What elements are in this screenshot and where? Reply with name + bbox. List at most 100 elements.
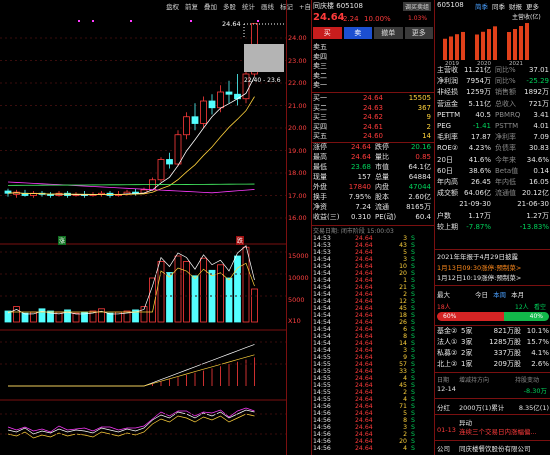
tick-volume: 4 [403, 375, 407, 382]
ask-label: 卖一 [313, 81, 327, 90]
revenue-bar [493, 26, 497, 60]
revenue-bar [443, 38, 447, 60]
volume-bar [234, 255, 241, 323]
notice-1[interactable]: 1月13日09:30涨停:预制菜> [437, 262, 549, 272]
tick-price: 24.64 [355, 263, 373, 270]
fin-row: 年内高 26.45 年内低 16.05 [437, 178, 549, 187]
flow-count-bear: 12人 [515, 304, 529, 311]
holder-shares: 337万股 [493, 349, 521, 357]
tick-time: 14:56 [313, 445, 331, 452]
margin-label[interactable]: 调买卖组 [403, 2, 432, 11]
price-change: 2.24 [343, 15, 359, 23]
stat-label: 最低 [313, 163, 327, 171]
bid-row: 买四 24.61 2 [313, 123, 433, 132]
tick-flag: S [411, 263, 415, 270]
tick-time: 14:53 [313, 249, 331, 256]
stats-row: 外盘 17840 内盘 47044 [313, 183, 433, 192]
sell-button[interactable]: 卖 [343, 27, 372, 39]
holder-pct: 4.1% [531, 349, 549, 357]
stat-value: 24.64 [350, 143, 371, 151]
revenue-bar [475, 34, 479, 60]
tick-price: 24.64 [355, 361, 373, 368]
fin-value: 1.17万 [468, 211, 491, 220]
tick-price: 24.64 [355, 305, 373, 312]
sentiment-bar: 60% 40% [437, 312, 549, 321]
tick-flag: S [411, 298, 415, 305]
bid-row: 买三 24.62 9 [313, 113, 433, 122]
bid-label: 买一 [313, 94, 327, 102]
flow-tab-today[interactable]: 今日 [475, 291, 488, 299]
fin-value: 4.01 [533, 122, 549, 130]
flow-tabs[interactable]: 今日 本周 本月 [475, 289, 524, 299]
tick-price: 24.64 [355, 235, 373, 242]
tick-volume: 10 [399, 263, 407, 270]
tick-row: 14:54 24.64 21 S [313, 284, 433, 291]
tick-time: 14:54 [313, 256, 331, 263]
volume-axis-label: 10000 [288, 274, 309, 282]
stat-value: 24.64 [350, 153, 371, 161]
tick-time: 14:54 [313, 277, 331, 284]
tick-row: 14:54 24.64 18 S [313, 312, 433, 319]
ask-row: 卖三 [313, 62, 433, 71]
tick-time: 14:54 [313, 312, 331, 319]
stat-label: 现量 [313, 173, 327, 181]
candle-body [217, 91, 224, 109]
holder-shares: 821万股 [493, 327, 521, 335]
stat-value: 64884 [408, 173, 431, 181]
tick-row: 14:56 24.64 4 S [313, 445, 433, 452]
fin-label: 户数 [437, 211, 451, 220]
bid-volume: 15505 [408, 94, 431, 102]
tick-price: 24.64 [355, 424, 373, 431]
bid-label: 买四 [313, 122, 327, 131]
notice-2[interactable]: 1月12日10:19涨停:预制菜> [437, 272, 549, 282]
ask-label: 卖五 [313, 43, 327, 51]
stat-label: 市值 [375, 163, 389, 171]
tick-flag: S [411, 270, 415, 277]
tick-price: 24.64 [355, 368, 373, 375]
cancel-order-button[interactable]: 撤单 [374, 27, 403, 39]
stat-label: 量比 [375, 153, 389, 161]
buy-button[interactable]: 买 [313, 27, 342, 39]
marker-a: 涨 [58, 236, 67, 245]
volume-bar [13, 306, 20, 323]
fin-row: 21-09-30 21-06-30 [437, 200, 549, 209]
marker-dot [78, 20, 80, 22]
volume-bar [21, 312, 29, 323]
bid-label: 买五 [313, 132, 327, 141]
tick-row: 14:56 24.64 8 S [313, 417, 433, 424]
tick-row: 14:55 24.64 33 S [313, 368, 433, 375]
tick-volume: 5 [403, 249, 407, 256]
tick-time: 14:56 [313, 403, 331, 410]
tick-volume: 2 [403, 291, 407, 298]
fin-value: 40.5 [475, 110, 491, 119]
stat-value: 47044 [408, 183, 431, 191]
volume-bar [106, 312, 114, 323]
tick-price: 24.64 [355, 445, 373, 452]
fin-value: 11.21亿 [463, 66, 491, 74]
holder-type: 法人① [437, 338, 458, 346]
price-axis-label: 22.00 [288, 79, 307, 87]
tick-volume: 18 [399, 312, 407, 319]
volume-bar [166, 272, 173, 323]
tick-flag: S [411, 277, 415, 284]
tick-price: 24.64 [355, 431, 373, 438]
bid-row: 买二 24.63 367 [313, 104, 433, 113]
tick-flag: S [411, 431, 415, 438]
tick-time: 14:56 [313, 424, 331, 431]
revenue-bar [449, 36, 453, 60]
tick-row: 14:55 24.64 57 S [313, 361, 433, 368]
tick-flag: S [411, 375, 415, 382]
fin-value: 20.12亿 [521, 189, 549, 198]
flow-tab-month[interactable]: 本月 [511, 291, 524, 299]
more-button[interactable]: 更多 [404, 27, 433, 39]
tick-volume: 2 [403, 389, 407, 396]
range-label: 22.40 - 23.6 [244, 77, 281, 84]
tick-price: 24.64 [355, 242, 373, 249]
stats-row: 最低 23.68 市值 64.1亿 [313, 163, 433, 172]
kline-chart[interactable] [0, 0, 286, 455]
chart-panel[interactable]: 盘权前复叠加多股统计画线标记+自选返回 24.0023.0022.0021.00… [0, 0, 336, 455]
fin-row: 非经损 1259万 销售额 1892万 [437, 88, 549, 97]
tick-time: 14:55 [313, 382, 331, 389]
last-price: 24.64 [313, 12, 345, 23]
flow-tab-week[interactable]: 本周 [493, 291, 506, 299]
